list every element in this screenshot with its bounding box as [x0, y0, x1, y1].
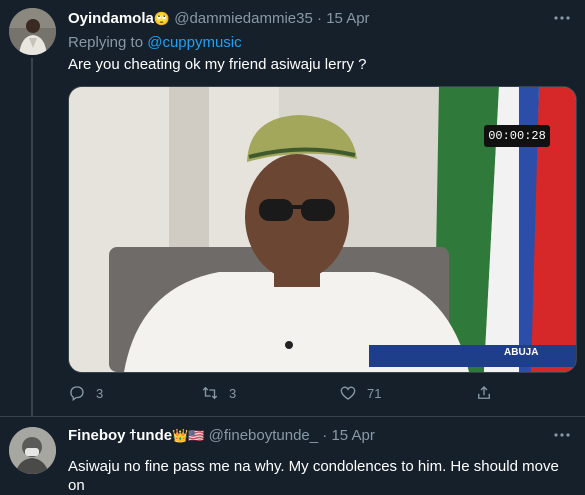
avatar[interactable]	[9, 8, 56, 55]
tweet-header: Oyindamola🙄 @dammiedammie35 · 15 Apr	[68, 10, 370, 28]
tweet[interactable]: Oyindamola🙄 @dammiedammie35 · 15 Apr Rep…	[0, 0, 585, 417]
replying-label: Replying to	[68, 34, 144, 51]
share-icon	[478, 386, 490, 399]
like-count: 71	[367, 385, 382, 401]
tweet-date[interactable]: 15 Apr	[331, 427, 374, 444]
avatar[interactable]	[9, 427, 56, 474]
tweet-date[interactable]: 15 Apr	[326, 10, 369, 27]
emoji: 👑🇺🇸	[172, 428, 205, 443]
replying-handle[interactable]: @cuppymusic	[147, 34, 241, 51]
separator: ·	[317, 10, 323, 27]
location-caption: ABUJA	[504, 347, 539, 358]
display-name[interactable]: Oyindamola	[68, 10, 154, 27]
more-horizontal-icon[interactable]	[553, 426, 571, 449]
tweet-text: Are you cheating ok my friend asiwaju le…	[68, 56, 367, 73]
retweet-count: 3	[229, 385, 237, 401]
heart-icon	[340, 386, 356, 400]
separator: ·	[322, 427, 328, 444]
video-timecode: 00:00:28	[484, 125, 550, 147]
reply-button[interactable]: 3	[68, 384, 103, 402]
tweet-header: Fineboy ϯunde👑🇺🇸 @fineboytunde_ · 15 Apr	[68, 427, 375, 445]
handle[interactable]: @dammiedammie35	[174, 10, 313, 27]
like-button[interactable]: 71	[339, 384, 381, 402]
share-button[interactable]	[475, 384, 493, 402]
handle[interactable]: @fineboytunde_	[209, 427, 318, 444]
retweet-button[interactable]: 3	[201, 384, 236, 402]
replying-to: Replying to @cuppymusic	[68, 34, 242, 52]
tweet-text: Asiwaju no fine pass me na why. My condo…	[68, 458, 559, 494]
emoji: 🙄	[153, 11, 171, 26]
retweet-icon	[202, 386, 218, 400]
reply-count: 3	[96, 385, 104, 401]
display-name[interactable]: Fineboy ϯunde	[68, 427, 172, 444]
tweet-media[interactable]: 00:00:28 ABUJA	[68, 86, 577, 373]
thread-line	[31, 58, 33, 416]
tweet[interactable]: Fineboy ϯunde👑🇺🇸 @fineboytunde_ · 15 Apr…	[0, 417, 585, 494]
more-horizontal-icon[interactable]	[553, 9, 571, 32]
reply-icon	[70, 386, 84, 402]
tweet-actions: 3 3 71	[68, 384, 508, 404]
